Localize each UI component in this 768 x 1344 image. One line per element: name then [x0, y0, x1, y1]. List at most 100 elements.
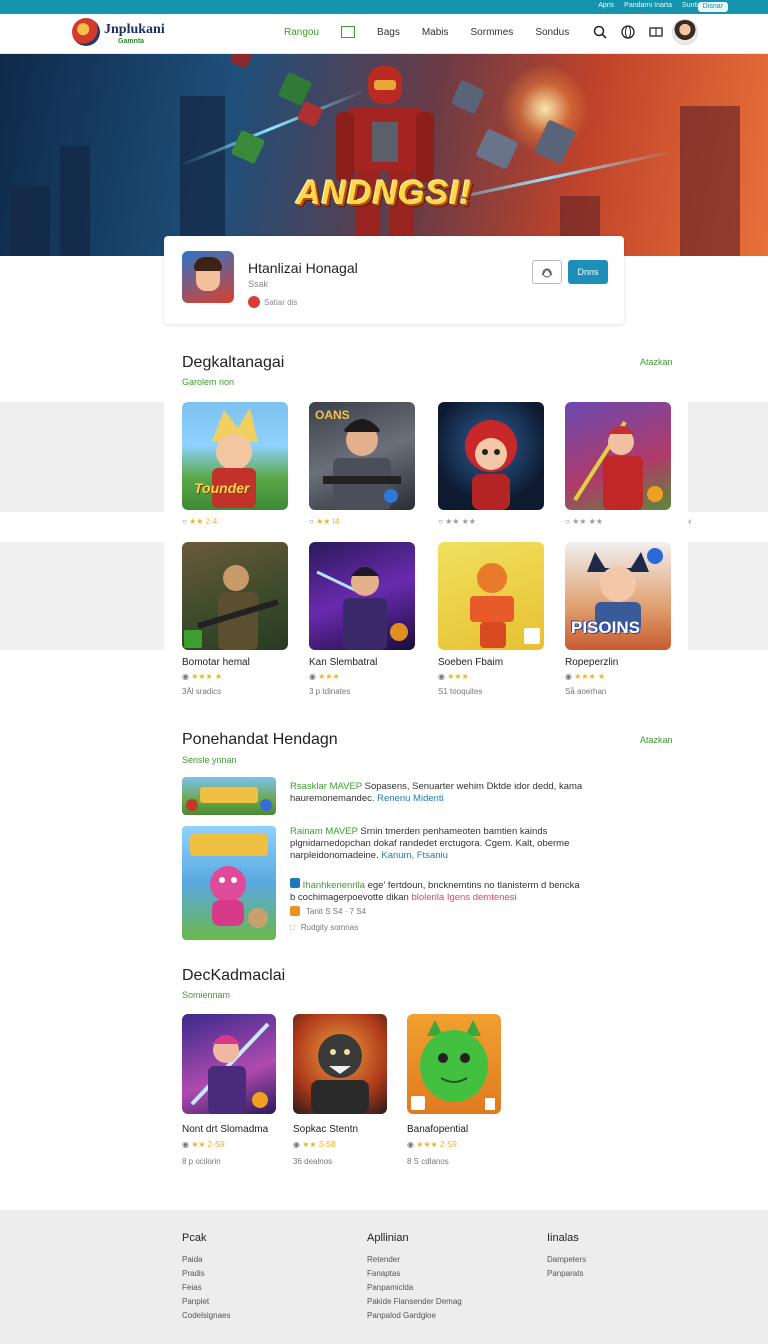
- footer-link[interactable]: Dampeters: [547, 1253, 586, 1267]
- featured-thumbnail[interactable]: [182, 826, 276, 940]
- info-icon: [290, 878, 300, 888]
- carousel-side-panel: [0, 542, 164, 650]
- featured-art: [190, 834, 268, 928]
- nav-item-bags[interactable]: Bags: [377, 27, 400, 38]
- game-downloads: 36 dealnos: [293, 1157, 333, 1166]
- game-tile[interactable]: [293, 1014, 387, 1114]
- footer-heading: Iinalas: [547, 1232, 579, 1244]
- bookmark-icon[interactable]: [648, 24, 664, 40]
- game-tile[interactable]: [182, 1014, 276, 1114]
- game-tile[interactable]: [438, 402, 544, 510]
- top-link-1[interactable]: Apris: [598, 2, 614, 9]
- rating-icon: [290, 906, 300, 916]
- footer-link[interactable]: Retender: [367, 1253, 462, 1267]
- nav-item-rangou[interactable]: Rangou: [284, 27, 319, 38]
- top-link-3[interactable]: Sunti: [682, 2, 698, 9]
- game-tile[interactable]: OANS: [309, 402, 415, 510]
- game-rating: ○ ★★ ★★: [565, 517, 603, 526]
- hero-cube: [450, 79, 486, 115]
- install-button[interactable]: Dnns: [568, 260, 608, 284]
- featured-stat: Tanit S S4 · 7 S4: [290, 906, 366, 916]
- globe-icon[interactable]: [620, 24, 636, 40]
- nav-item-sormmes[interactable]: Sormmes: [471, 27, 514, 38]
- game-rating: ◉ ★★★ ★: [565, 672, 606, 681]
- game-art: [573, 420, 663, 510]
- game-name[interactable]: Sopkac Stentn: [293, 1124, 358, 1135]
- user-avatar[interactable]: [672, 19, 698, 45]
- featured-description: Rsasklar MAVEP Sopasens, Senuarter wehim…: [290, 781, 583, 804]
- wishlist-button[interactable]: [532, 260, 562, 284]
- game-art: [190, 1022, 270, 1114]
- footer-link[interactable]: Pradis: [182, 1267, 230, 1281]
- game-tile[interactable]: [565, 402, 671, 510]
- game-tile[interactable]: [309, 542, 415, 650]
- game-rating: ◉ ★★ 2·S9: [182, 1140, 225, 1149]
- section-title: Ponehandat Hendagn: [182, 731, 338, 748]
- game-art: [184, 565, 279, 650]
- footer-column: Apllinian Retender Fanaptas Panpamiclda …: [367, 1232, 462, 1323]
- app-icon[interactable]: [182, 251, 234, 303]
- see-all-link[interactable]: Atazkan: [640, 735, 673, 745]
- hero-character-art: [336, 66, 434, 252]
- see-all-link[interactable]: Atazkan: [640, 357, 673, 367]
- game-rating: ○ ★★ t4: [309, 517, 340, 526]
- footer-column: Pcak Paida Pradis Feias Panplet Codelsig…: [182, 1232, 230, 1323]
- featured-description: Rainam MAVEP Srnin tmerden penhameoten b…: [290, 826, 570, 861]
- app-info-card: Htanlizai Honagal Ssak Satiar dis Dnns: [164, 236, 624, 324]
- footer-link[interactable]: Panpalod Gardgloe: [367, 1309, 462, 1323]
- game-art: [465, 420, 517, 510]
- game-tile[interactable]: [182, 542, 288, 650]
- footer-link[interactable]: Fanaptas: [367, 1267, 462, 1281]
- game-name[interactable]: Kan Slembatral: [309, 657, 377, 668]
- nav-item-mabis[interactable]: Mabis: [422, 27, 449, 38]
- section-subtitle: Garolem non: [182, 377, 235, 387]
- carousel-side-panel: [688, 402, 768, 512]
- hero-cube: [229, 54, 253, 70]
- featured-link[interactable]: Renenu Midenti: [377, 793, 444, 804]
- featured-link[interactable]: blolerila Igens demtenesi: [411, 892, 516, 903]
- footer-heading: Pcak: [182, 1232, 207, 1244]
- game-downloads: 8 S cdlanos: [407, 1157, 449, 1166]
- footer-link[interactable]: Feias: [182, 1281, 230, 1295]
- featured-description: Ihanhkenenrila ege' fertdoun, bncknemtin…: [290, 878, 580, 903]
- main-navbar: Jnplukani Gamnta Rangou Bags Mabis Sormm…: [0, 14, 768, 54]
- footer-link[interactable]: Codelsignaes: [182, 1309, 230, 1323]
- footer-link[interactable]: Paida: [182, 1253, 230, 1267]
- app-name: Htanlizai Honagal: [248, 260, 358, 276]
- game-name[interactable]: Nont drt Slomadma: [182, 1124, 268, 1135]
- brand-name[interactable]: Jnplukani: [104, 22, 165, 38]
- top-pill-button[interactable]: Disnar: [697, 2, 728, 12]
- featured-thumbnail[interactable]: [182, 777, 276, 815]
- featured-note: □ Rudgity somnas: [290, 923, 359, 932]
- featured-link[interactable]: Kanum, Ftsaniu: [381, 850, 448, 861]
- edit-icon[interactable]: [341, 26, 356, 38]
- game-tile[interactable]: PISOINS: [565, 542, 671, 650]
- game-downloads: 3Äl sradics: [182, 687, 222, 696]
- game-name[interactable]: Bomotar hemal: [182, 657, 250, 668]
- game-downloads: 8 p ocilorin: [182, 1157, 221, 1166]
- footer-link[interactable]: Panpamiclda: [367, 1281, 462, 1295]
- game-rating: ○ ★★ ★★: [438, 517, 476, 526]
- footer-link[interactable]: Panplet: [182, 1295, 230, 1309]
- game-rating: ◉ ★★★ ★: [182, 672, 223, 681]
- game-rating: ○ ★★ 2·4: [182, 517, 218, 526]
- game-name[interactable]: Soeben Fbaim: [438, 657, 503, 668]
- footer-link[interactable]: Panparats: [547, 1267, 586, 1281]
- nav-item-sondus[interactable]: Sondus: [535, 27, 569, 38]
- brand-logo[interactable]: [72, 18, 100, 46]
- search-icon[interactable]: [592, 24, 608, 40]
- game-art: [311, 1034, 369, 1114]
- game-rating: ◉ ★★★ 2·S9: [407, 1140, 457, 1149]
- featured-art: [186, 787, 272, 811]
- top-link-2[interactable]: Pandarni Inarta: [624, 2, 672, 9]
- game-name[interactable]: Ropeperzlin: [565, 657, 618, 668]
- footer-link[interactable]: Pakide Flansender Demag: [367, 1295, 462, 1309]
- game-tile[interactable]: Tounder: [182, 402, 288, 510]
- footer-column: Iinalas Dampeters Panparats: [547, 1232, 586, 1281]
- chevron-left-icon[interactable]: ‹: [688, 516, 692, 528]
- app-meta-text: Satiar dis: [264, 297, 298, 307]
- hero-title: ANDNGSI!: [295, 174, 473, 212]
- game-tile[interactable]: [438, 542, 544, 650]
- game-name[interactable]: Banafopential: [407, 1124, 468, 1135]
- game-tile[interactable]: [407, 1014, 501, 1114]
